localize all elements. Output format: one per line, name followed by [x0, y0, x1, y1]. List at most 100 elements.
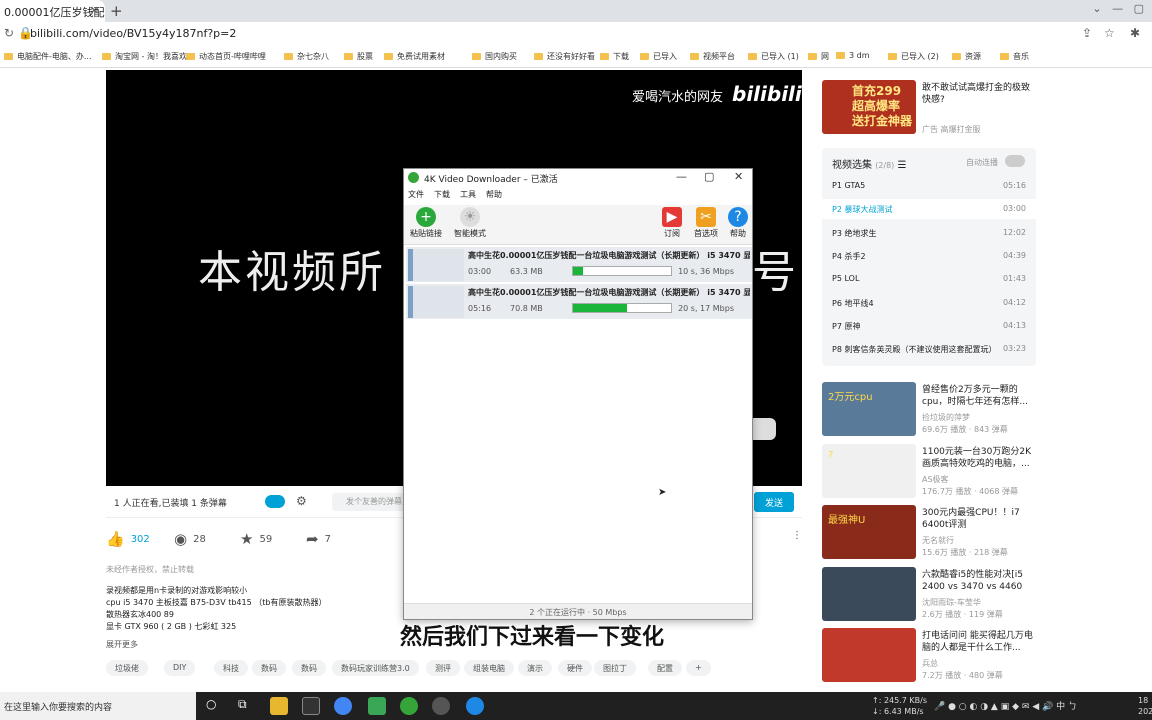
expand-more-link[interactable]: 展开更多	[106, 639, 406, 650]
recommend-title[interactable]: 打电话问问 能买得起几万电脑的人都是干什么工作...	[922, 630, 1036, 654]
url-field[interactable]: bilibili.com/video/BV15y4y187nf?p=2	[30, 27, 236, 40]
playlist-item[interactable]: P3 绝地求生 12:02	[822, 223, 1036, 243]
playlist-item[interactable]: P4 杀手2 04:39	[822, 246, 1036, 266]
maximize-icon[interactable]: ▢	[704, 170, 714, 183]
recommend-card[interactable]: 打电话问问 能买得起几万电脑的人都是干什么工作... 兵总 7.2万 播放 · 48…	[822, 628, 1036, 682]
obs-icon[interactable]	[432, 697, 450, 715]
recommend-title[interactable]: 300元内最强CPU！！i7 6400t评测	[922, 507, 1036, 531]
playlist-item[interactable]: P2 暴球大战测试 03:00	[822, 199, 1036, 220]
menu-item[interactable]: 帮助	[486, 190, 502, 199]
bookmark-item[interactable]: 已导入	[640, 51, 677, 62]
danmaku-toggle[interactable]	[265, 495, 285, 508]
browser-tab[interactable]: 0.00001亿压岁钱配一台✕	[0, 0, 105, 22]
tag-item[interactable]: 数码	[292, 660, 326, 676]
playlist-item[interactable]: P6 地平线4 04:12	[822, 293, 1036, 313]
bookmark-item[interactable]: 资源	[952, 51, 981, 62]
new-tab-button[interactable]: +	[110, 2, 123, 20]
recommend-uploader[interactable]: 兵总	[922, 658, 938, 669]
tag-item[interactable]: 硬件	[558, 660, 592, 676]
bookmark-item[interactable]: 音乐	[1000, 51, 1029, 62]
like-button[interactable]: 👍 302	[106, 530, 150, 548]
bookmark-item[interactable]: 网	[808, 51, 829, 62]
tag-item[interactable]: 演示	[518, 660, 552, 676]
send-button[interactable]: 发送	[754, 492, 794, 512]
tag-item[interactable]: 图拉丁	[594, 660, 636, 676]
tag-item[interactable]: 数码玩家训练营3.0	[332, 660, 419, 676]
recommend-thumbnail[interactable]	[822, 566, 916, 621]
bookmark-item[interactable]: 视频平台	[690, 51, 735, 62]
explorer-icon[interactable]	[270, 697, 288, 715]
downloader-taskbar-icon[interactable]	[400, 697, 418, 715]
share-button[interactable]: ➦ 7	[306, 530, 331, 548]
recommend-uploader[interactable]: 无名就行	[922, 535, 954, 546]
minimize-icon[interactable]: —	[676, 170, 687, 183]
recommend-title[interactable]: 曾经售价2万多元一颗的cpu，时隔七年还有怎样...	[922, 384, 1036, 408]
app-icon[interactable]	[368, 697, 386, 715]
recommend-title[interactable]: 六款酷睿i5的性能对决[i5 2400 vs 3470 vs 4460 vs..…	[922, 569, 1036, 593]
bookmark-item[interactable]: 已导入 (1)	[748, 51, 799, 62]
chrome-icon[interactable]	[334, 697, 352, 715]
download-item[interactable]: 高中生花0.00001亿压岁钱配一台垃圾电脑游戏测试（长期更新） i5 3470…	[406, 284, 752, 320]
recommend-thumbnail[interactable]	[822, 628, 916, 682]
bookmark-item[interactable]: 还没有好好看	[534, 51, 595, 62]
recommend-thumbnail[interactable]: 最强神U	[822, 505, 916, 559]
recommend-card[interactable]: 六款酷睿i5的性能对决[i5 2400 vs 3470 vs 4460 vs..…	[822, 566, 1036, 621]
cortana-icon[interactable]: ○	[206, 697, 224, 715]
bookmark-item[interactable]: 动态首页-哔哩哔哩	[186, 51, 266, 62]
more-icon[interactable]: ⋮	[792, 530, 802, 541]
menu-item[interactable]: 工具	[460, 190, 476, 199]
bookmark-item[interactable]: 股票	[344, 51, 373, 62]
chevron-down-icon[interactable]: ⌄ — ▢	[1092, 2, 1144, 15]
epic-icon[interactable]	[302, 697, 320, 715]
recommend-title[interactable]: 1100元装一台30万跑分2K画质高特效吃鸡的电脑，...	[922, 446, 1036, 470]
bookmark-item[interactable]: 电脑配件-电脑、办...	[4, 51, 92, 62]
bookmark-item[interactable]: 3 dm	[836, 51, 870, 60]
tag-item[interactable]: 配置	[648, 660, 682, 676]
playlist-item[interactable]: P1 GTA5 05:16	[822, 176, 1036, 196]
bilibili-client-icon[interactable]	[466, 697, 484, 715]
danmaku-settings-icon[interactable]: ⚙	[296, 494, 307, 508]
extension-icon[interactable]: ✱	[1130, 26, 1140, 40]
autoplay-toggle[interactable]	[1005, 155, 1025, 167]
help-button[interactable]: ? 帮助	[718, 207, 758, 239]
bookmark-item[interactable]: 淘宝网 - 淘！我喜欢	[102, 51, 187, 62]
tag-item[interactable]: 测评	[426, 660, 460, 676]
tag-item[interactable]: 垃圾佬	[106, 660, 148, 676]
share-icon[interactable]: ⇪	[1082, 26, 1092, 40]
tag-item[interactable]: 科技	[214, 660, 248, 676]
star-icon[interactable]: ☆	[1104, 26, 1115, 40]
ad-title[interactable]: 敢不敢试试高爆打金的极致快感?	[922, 82, 1036, 106]
recommend-thumbnail[interactable]: 2万元cpu	[822, 382, 916, 436]
tag-item[interactable]: DIY	[164, 660, 196, 676]
playlist-item[interactable]: P5 LOL 01:43	[822, 269, 1036, 289]
playlist-item[interactable]: P8 刺客信条英灵殿（不建议使用这套配置玩） 03:23	[822, 339, 1036, 359]
recommend-uploader[interactable]: AS极客	[922, 474, 949, 485]
bookmark-item[interactable]: 已导入 (2)	[888, 51, 939, 62]
taskbar-search[interactable]: 在这里输入你要搜索的内容	[0, 692, 196, 720]
bookmark-item[interactable]: 下载	[600, 51, 629, 62]
recommend-card[interactable]: 2万元cpu 曾经售价2万多元一颗的cpu，时隔七年还有怎样... 捡垃圾的萍梦 69…	[822, 382, 1036, 436]
menu-item[interactable]: 下载	[434, 190, 450, 199]
bookmark-item[interactable]: 杂七杂八	[284, 51, 329, 62]
ad-image[interactable]: 首充299 超高爆率 送打金神器	[822, 80, 916, 134]
paste-link-button[interactable]: + 粘贴链接	[406, 207, 446, 239]
coin-button[interactable]: ◉ 28	[174, 530, 206, 548]
close-icon[interactable]: ✕	[734, 170, 743, 183]
add-tag-button[interactable]: +	[686, 660, 711, 676]
task-view-icon[interactable]: ⧉	[238, 697, 256, 715]
reload-icon[interactable]: ↻	[4, 26, 14, 40]
playlist-item[interactable]: P7 原神 04:13	[822, 316, 1036, 336]
menu-item[interactable]: 文件	[408, 190, 424, 199]
tag-item[interactable]: 数码	[252, 660, 286, 676]
recommend-uploader[interactable]: 沈阳雨琮-车莹华	[922, 597, 981, 608]
tag-item[interactable]: 组装电脑	[464, 660, 514, 676]
recommend-card[interactable]: 最强神U 300元内最强CPU！！i7 6400t评测 无名就行 15.6万 播放 ·…	[822, 505, 1036, 559]
ad-card[interactable]: 首充299 超高爆率 送打金神器 敢不敢试试高爆打金的极致快感? 广告 高爆打金服	[822, 80, 1036, 136]
system-tray[interactable]: 🎤 ● ○ ◐ ◑ ▲ ▣ ◆ ✉ ◀ 🔊 中 ㄅ	[934, 699, 1077, 712]
recommend-card[interactable]: ? 1100元装一台30万跑分2K画质高特效吃鸡的电脑，... AS极客 176.7万…	[822, 443, 1036, 498]
recommend-thumbnail[interactable]: ?	[822, 443, 916, 498]
download-item[interactable]: 高中生花0.00001亿压岁钱配一台垃圾电脑游戏测试（长期更新） i5 3470…	[406, 247, 752, 283]
recommend-uploader[interactable]: 捡垃圾的萍梦	[922, 412, 970, 423]
favorite-button[interactable]: ★ 59	[240, 530, 272, 548]
close-icon[interactable]: ✕	[90, 4, 99, 17]
